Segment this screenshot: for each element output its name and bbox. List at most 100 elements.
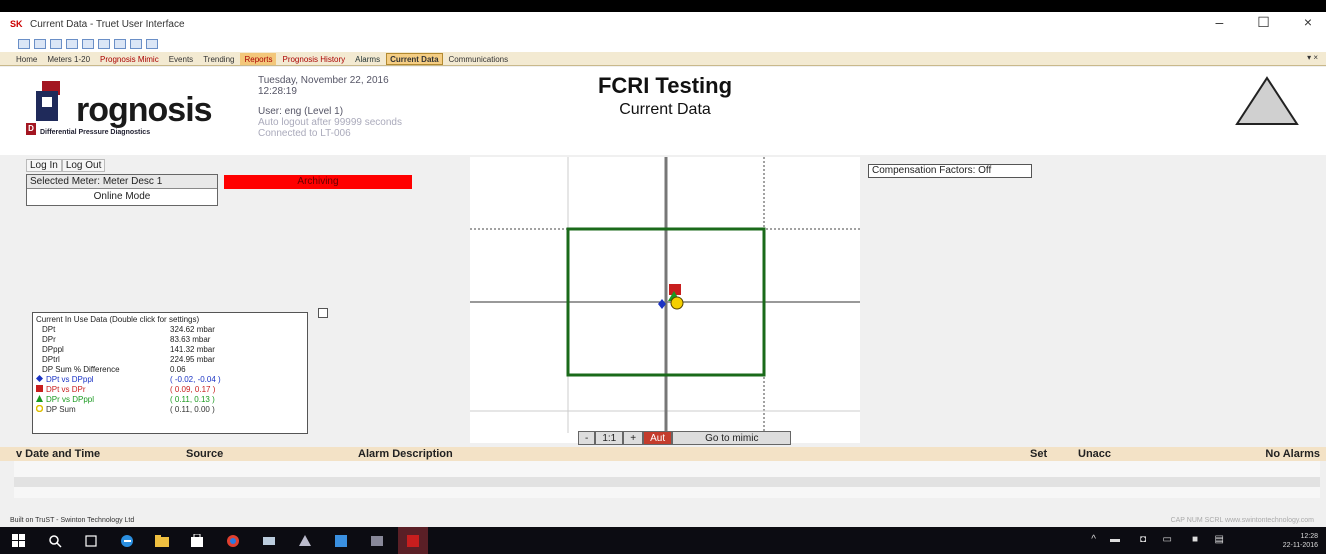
logo-p-icon bbox=[36, 81, 60, 121]
zoom-reset-button[interactable]: 1:1 bbox=[595, 431, 624, 445]
alarm-row[interactable] bbox=[14, 487, 1320, 498]
app-icon-4[interactable] bbox=[370, 534, 384, 548]
minimize-icon[interactable]: – bbox=[1215, 14, 1223, 31]
in-use-data-panel[interactable]: Current In Use Data (Double click for se… bbox=[32, 312, 308, 434]
app-icon-3[interactable] bbox=[334, 534, 348, 548]
tab-meters-1-20[interactable]: Meters 1-20 bbox=[43, 53, 94, 65]
tab-home[interactable]: Home bbox=[12, 53, 41, 65]
network-icon[interactable]: ▬ bbox=[1110, 534, 1120, 545]
app-icon-2[interactable] bbox=[298, 534, 312, 548]
new-icon[interactable] bbox=[18, 39, 30, 49]
tab-alarms[interactable]: Alarms bbox=[351, 53, 384, 65]
session-info: Tuesday, November 22, 2016 12:28:19 User… bbox=[258, 75, 402, 139]
keyboard-icon[interactable]: ▤ bbox=[1215, 534, 1224, 545]
legend-row: DPt vs DPr ( 0.09, 0.17 ) bbox=[36, 385, 304, 395]
clock-time: 12:28 bbox=[1300, 533, 1318, 540]
tab-current-data[interactable]: Current Data bbox=[386, 52, 443, 65]
window-controls: – ☐ × bbox=[1215, 14, 1312, 31]
in-use-value: 141.32 mbar bbox=[170, 345, 215, 354]
logo-subtitle: Differential Pressure Diagnostics bbox=[40, 129, 151, 136]
copy-icon[interactable] bbox=[82, 39, 94, 49]
tab-prognosis-mimic[interactable]: Prognosis Mimic bbox=[96, 53, 163, 65]
diagnostic-plot[interactable] bbox=[470, 157, 860, 443]
main-panel: Log In Log Out Selected Meter: Meter Des… bbox=[0, 155, 1326, 447]
tab-events[interactable]: Events bbox=[165, 53, 197, 65]
ribbon-collapse-icon[interactable]: ▾ × bbox=[1307, 53, 1318, 62]
print-icon[interactable] bbox=[114, 39, 126, 49]
start-icon[interactable] bbox=[12, 534, 26, 548]
logo-wordmark: rognosis bbox=[76, 91, 213, 129]
marker-dp-sum bbox=[670, 296, 684, 310]
in-use-label: DPt bbox=[42, 325, 56, 334]
task-view-icon[interactable] bbox=[84, 534, 98, 548]
square-marker-icon bbox=[36, 385, 43, 395]
col-set[interactable]: Set bbox=[1030, 448, 1047, 460]
col-date-time[interactable]: v Date and Time bbox=[16, 448, 100, 460]
col-unack[interactable]: Unacc bbox=[1078, 448, 1111, 460]
clock-date: 22-11-2016 bbox=[1282, 542, 1318, 549]
maximize-icon[interactable]: ☐ bbox=[1257, 14, 1270, 31]
status-right: CAP NUM SCRL www.swintontechnology.com bbox=[1170, 517, 1314, 524]
alarm-row[interactable] bbox=[14, 461, 1320, 477]
current-time: 12:28:19 bbox=[258, 86, 297, 97]
zoom-in-button[interactable]: + bbox=[623, 431, 644, 445]
close-icon[interactable]: × bbox=[1304, 14, 1312, 31]
online-mode-button[interactable]: Online Mode bbox=[27, 189, 217, 205]
compensation-factors[interactable]: Compensation Factors: Off bbox=[868, 164, 1032, 178]
chrome-icon[interactable] bbox=[226, 534, 240, 548]
save-icon[interactable] bbox=[50, 39, 62, 49]
tab-trending[interactable]: Trending bbox=[199, 53, 238, 65]
tray-chevron-icon[interactable]: ^ bbox=[1091, 534, 1096, 545]
active-app-tab[interactable] bbox=[398, 527, 428, 554]
zoom-out-button[interactable]: - bbox=[578, 431, 596, 445]
meter-selector: Selected Meter: Meter Desc 1 Online Mode bbox=[26, 174, 218, 206]
notification-icon[interactable]: ■ bbox=[1192, 534, 1198, 545]
in-use-row: DPt 324.62 mbar bbox=[36, 325, 304, 335]
triangle-marker-icon bbox=[36, 395, 43, 405]
login-button[interactable]: Log In bbox=[26, 159, 62, 172]
go-to-mimic-button[interactable]: Go to mimic bbox=[672, 431, 792, 445]
legend-value: ( 0.11, 0.00 ) bbox=[170, 405, 215, 414]
tab-reports[interactable]: Reports bbox=[240, 52, 277, 65]
legend-entry: DPt vs DPppl bbox=[36, 375, 170, 385]
in-use-value: 83.63 mbar bbox=[170, 335, 211, 344]
legend-entry: DP Sum bbox=[35, 404, 170, 415]
tab-prognosis-history[interactable]: Prognosis History bbox=[278, 53, 349, 65]
prognosis-logo: rognosis D Differential Pressure Diagnos… bbox=[26, 81, 226, 141]
paste-icon[interactable] bbox=[98, 39, 110, 49]
login-controls: Log In Log Out bbox=[26, 159, 106, 172]
page-title-block: FCRI Testing Current Data bbox=[560, 73, 770, 119]
in-use-row: DPppl 141.32 mbar bbox=[36, 345, 304, 355]
file-explorer-icon[interactable] bbox=[155, 534, 169, 548]
window-title: Current Data - Truet User Interface bbox=[30, 18, 185, 30]
selected-meter-dropdown[interactable]: Selected Meter: Meter Desc 1 bbox=[27, 175, 217, 189]
help-icon[interactable] bbox=[146, 39, 158, 49]
current-date: Tuesday, November 22, 2016 bbox=[258, 75, 389, 86]
store-icon[interactable] bbox=[190, 534, 204, 548]
screen-top-border bbox=[0, 0, 1326, 12]
page-subtitle: Current Data bbox=[619, 101, 711, 118]
quick-access-toolbar bbox=[0, 36, 1326, 52]
in-use-settings-button[interactable] bbox=[318, 308, 328, 318]
search-icon[interactable] bbox=[48, 534, 62, 548]
clock[interactable]: 12:28 22-11-2016 bbox=[1283, 532, 1318, 550]
edge-icon[interactable] bbox=[120, 534, 134, 548]
app-icon-1[interactable] bbox=[262, 534, 276, 548]
volume-icon[interactable]: ◘ bbox=[1140, 534, 1146, 545]
no-alarms-label: No Alarms bbox=[1265, 448, 1320, 460]
logout-button[interactable]: Log Out bbox=[61, 159, 106, 172]
status-bar: Built on TruST - Swinton Technology Ltd … bbox=[0, 515, 1326, 527]
alarm-row[interactable] bbox=[14, 477, 1320, 487]
battery-icon[interactable]: ▭ bbox=[1163, 534, 1172, 545]
legend-value: ( 0.09, 0.17 ) bbox=[170, 385, 216, 394]
refresh-icon[interactable] bbox=[130, 39, 142, 49]
tab-communications[interactable]: Communications bbox=[445, 53, 513, 65]
in-use-value: 224.95 mbar bbox=[170, 355, 215, 364]
open-icon[interactable] bbox=[34, 39, 46, 49]
col-alarm-description[interactable]: Alarm Description bbox=[358, 448, 453, 460]
legend-entry: DPt vs DPr bbox=[36, 385, 170, 395]
col-source[interactable]: Source bbox=[186, 448, 223, 460]
auto-scale-button[interactable]: Aut bbox=[643, 431, 673, 445]
taskbar: ^ ▬ ◘ ▭ ■ ▤ 12:28 22-11-2016 bbox=[0, 527, 1326, 554]
cut-icon[interactable] bbox=[66, 39, 78, 49]
